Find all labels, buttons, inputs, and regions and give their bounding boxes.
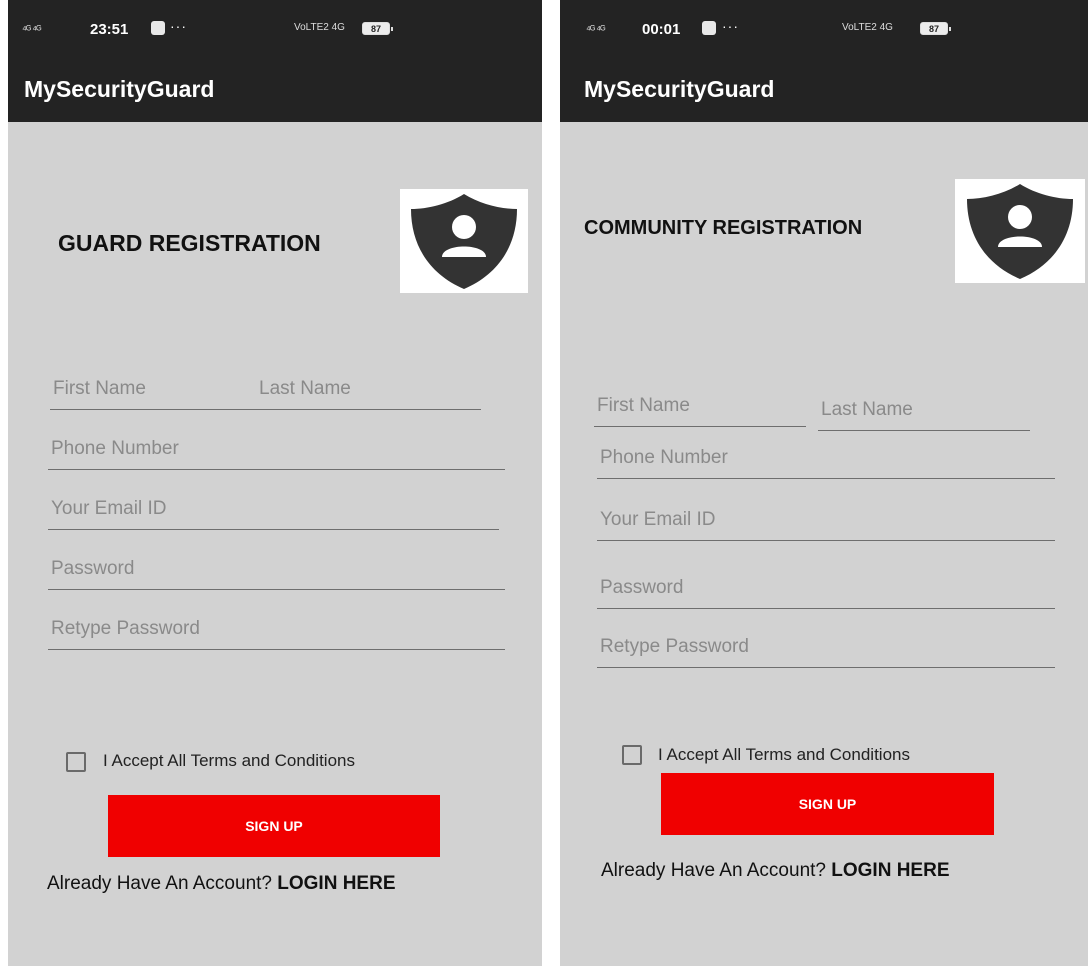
more-dots-icon: ··· <box>722 18 739 34</box>
login-prompt: Already Have An Account? LOGIN HERE <box>47 873 396 895</box>
shield-user-icon <box>400 189 528 293</box>
login-here-link[interactable]: LOGIN HERE <box>277 873 395 894</box>
status-time: 23:51 <box>90 21 129 38</box>
app-title: MySecurityGuard <box>560 56 1088 122</box>
terms-label: I Accept All Terms and Conditions <box>103 751 355 770</box>
password-input[interactable]: Password <box>597 564 1055 609</box>
community-registration-screen: ⁴ᴳ ⁴ᴳ 00:01 ··· VoLTE2 4G 87 MySecurityG… <box>560 0 1088 966</box>
page-title: GUARD REGISTRATION <box>58 230 321 256</box>
account-prompt-text: Already Have An Account? <box>601 860 826 881</box>
password-input[interactable]: Password <box>48 545 505 590</box>
retype-password-input[interactable]: Retype Password <box>597 623 1055 668</box>
network-indicator: VoLTE2 4G <box>842 22 893 33</box>
terms-checkbox[interactable] <box>622 745 642 765</box>
login-here-link[interactable]: LOGIN HERE <box>831 860 949 881</box>
first-name-input[interactable]: First Name <box>50 365 256 410</box>
last-name-input[interactable]: Last Name <box>256 365 481 410</box>
first-name-input[interactable]: First Name <box>594 382 806 427</box>
email-input[interactable]: Your Email ID <box>597 496 1055 541</box>
guard-registration-screen: ⁴ᴳ ⁴ᴳ 23:51 ··· VoLTE2 4G 87 MySecurityG… <box>8 0 542 966</box>
terms-checkbox[interactable] <box>66 752 86 772</box>
status-bar: ⁴ᴳ ⁴ᴳ 23:51 ··· VoLTE2 4G 87 <box>8 0 542 56</box>
status-time: 00:01 <box>642 21 681 38</box>
battery-icon: 87 <box>362 22 393 35</box>
phone-number-input[interactable]: Phone Number <box>48 425 505 470</box>
sign-up-button[interactable]: SIGN UP <box>661 773 994 835</box>
email-input[interactable]: Your Email ID <box>48 485 499 530</box>
app-title: MySecurityGuard <box>8 56 542 122</box>
battery-icon: 87 <box>920 22 951 35</box>
account-prompt-text: Already Have An Account? <box>47 873 272 894</box>
retype-password-input[interactable]: Retype Password <box>48 605 505 650</box>
sign-up-button[interactable]: SIGN UP <box>108 795 440 857</box>
shield-user-icon <box>955 179 1085 283</box>
signal-icon: ⁴ᴳ ⁴ᴳ <box>586 24 605 36</box>
more-dots-icon: ··· <box>170 18 187 34</box>
login-prompt: Already Have An Account? LOGIN HERE <box>601 860 950 882</box>
network-indicator: VoLTE2 4G <box>294 22 345 33</box>
notification-icon <box>151 21 165 35</box>
last-name-input[interactable]: Last Name <box>818 386 1030 431</box>
status-bar: ⁴ᴳ ⁴ᴳ 00:01 ··· VoLTE2 4G 87 <box>560 0 1088 56</box>
terms-label: I Accept All Terms and Conditions <box>658 745 910 764</box>
page-title: COMMUNITY REGISTRATION <box>584 217 863 239</box>
notification-icon <box>702 21 716 35</box>
signal-icon: ⁴ᴳ ⁴ᴳ <box>22 24 41 36</box>
phone-number-input[interactable]: Phone Number <box>597 434 1055 479</box>
